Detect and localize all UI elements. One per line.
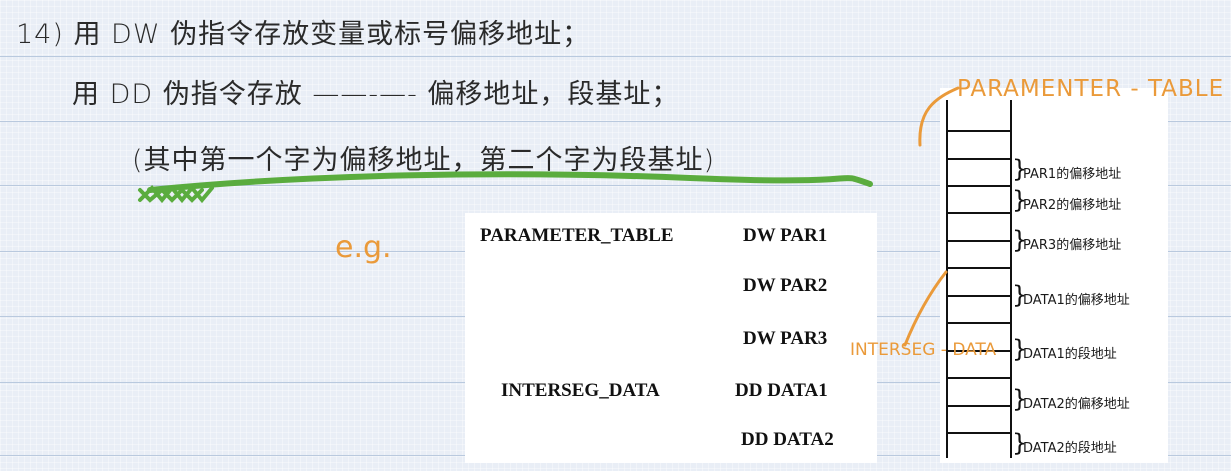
orange-pointer-interseg — [903, 270, 948, 347]
green-highlight-stroke — [147, 171, 873, 193]
green-scribble — [138, 184, 214, 204]
orange-pointer-title — [918, 86, 960, 147]
annotation-strokes — [138, 86, 960, 347]
